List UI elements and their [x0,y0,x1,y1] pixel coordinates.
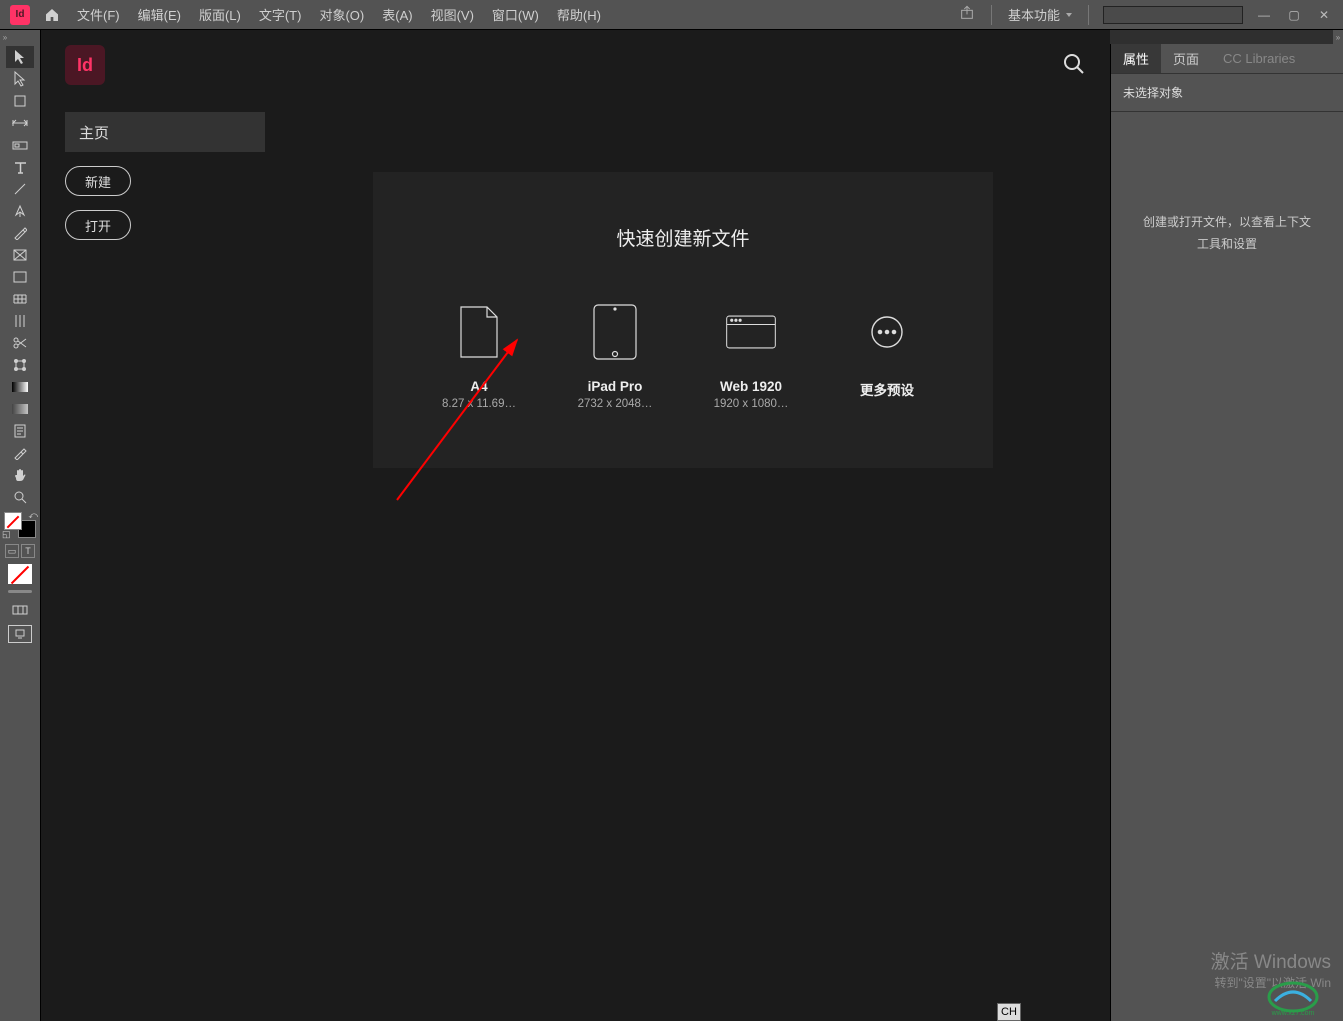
gap-tool[interactable] [6,112,34,134]
window-minimize-button[interactable]: — [1249,4,1279,26]
zoom-tool[interactable] [6,486,34,508]
menubar-search-input[interactable] [1103,6,1243,24]
line-tool[interactable] [6,178,34,200]
scissors-tool[interactable] [6,332,34,354]
direct-selection-tool[interactable] [6,68,34,90]
preset-ipad-pro[interactable]: iPad Pro 2732 x 2048… [570,303,660,410]
grid-cell-tool[interactable] [6,288,34,310]
view-options-tool[interactable] [6,599,34,621]
menu-layout[interactable]: 版面(L) [190,5,250,24]
tab-pages[interactable]: 页面 [1161,44,1211,73]
content-collector-tool[interactable] [6,134,34,156]
home-icon[interactable] [40,3,64,27]
preset-dimensions: 8.27 x 11.69… [442,398,516,410]
apply-none-button[interactable] [8,564,32,584]
tool-separator [8,590,32,593]
divider [1088,5,1089,25]
tab-properties[interactable]: 属性 [1111,44,1161,73]
default-fill-stroke-icon[interactable]: ◱ [2,529,11,540]
watermark-title: 激活 Windows [1211,947,1331,974]
app-badge-icon: Id [10,5,30,25]
menu-window[interactable]: 窗口(W) [483,5,548,24]
tab-cc-libraries[interactable]: CC Libraries [1211,44,1307,73]
browser-icon [725,303,777,361]
menu-object[interactable]: 对象(O) [310,5,373,24]
panel-hint-line2: 工具和设置 [1197,234,1257,256]
preset-name: Web 1920 [720,379,782,394]
window-close-button[interactable]: ✕ [1309,4,1339,26]
home-tab[interactable]: 主页 [65,112,265,152]
quick-create-title: 快速创建新文件 [373,172,993,251]
right-panel-collapse-handle[interactable]: » [1333,30,1343,44]
gradient-feather-tool[interactable] [6,398,34,420]
properties-panel: 属性 页面 CC Libraries 未选择对象 创建或打开文件，以查看上下文 … [1110,44,1343,1021]
preset-name: iPad Pro [588,379,643,394]
screen-mode-button[interactable] [8,625,32,643]
window-maximize-button[interactable]: ▢ [1279,4,1309,26]
apply-to-container-button[interactable]: ▭ [5,544,19,558]
vertical-grid-tool[interactable] [6,310,34,332]
site-watermark-icon: www.xz7.com [1263,977,1323,1017]
fill-swatch[interactable] [4,512,22,530]
preset-web-1920[interactable]: Web 1920 1920 x 1080… [706,303,796,410]
preset-dimensions: 1920 x 1080… [714,398,789,410]
menu-table[interactable]: 表(A) [373,5,421,24]
fill-stroke-control[interactable]: ⤺ ◱ [2,510,38,540]
eyedropper-tool[interactable] [6,442,34,464]
page-icon [453,303,505,361]
preset-a4[interactable]: A4 8.27 x 11.69… [434,303,524,410]
toolbox-expand-handle[interactable]: » [0,30,10,44]
divider [991,5,992,25]
panel-hint-line1: 创建或打开文件，以查看上下文 [1143,212,1311,234]
quick-create-panel: 快速创建新文件 A4 8.27 x 11.69… iPad Pro 2732 x… [373,172,993,468]
rectangle-tool[interactable] [6,266,34,288]
preset-dimensions: 2732 x 2048… [578,398,653,410]
workspace-selector[interactable]: 基本功能 [1008,5,1072,24]
preset-name: A4 [470,379,487,394]
selection-tool[interactable] [6,46,34,68]
more-presets-button[interactable]: 更多预设 [842,303,932,410]
new-button[interactable]: 新建 [65,166,131,196]
ellipsis-circle-icon [861,303,913,361]
pen-tool[interactable] [6,200,34,222]
search-icon[interactable] [1062,52,1086,79]
open-button[interactable]: 打开 [65,210,131,240]
menu-file[interactable]: 文件(F) [68,5,129,24]
indesign-logo-icon: Id [65,45,105,85]
apply-to-text-button[interactable]: T [21,544,35,558]
more-presets-label: 更多预设 [860,379,914,399]
page-tool[interactable] [6,90,34,112]
hand-tool[interactable] [6,464,34,486]
share-icon[interactable] [959,5,975,24]
menu-help[interactable]: 帮助(H) [548,5,610,24]
pencil-tool[interactable] [6,222,34,244]
menu-bar: Id 文件(F) 编辑(E) 版面(L) 文字(T) 对象(O) 表(A) 视图… [0,0,1343,30]
gradient-swatch-tool[interactable] [6,376,34,398]
ime-indicator[interactable]: CH [997,1003,1021,1021]
toolbox: ⤺ ◱ ▭ T [0,44,40,643]
no-selection-label: 未选择对象 [1111,74,1343,112]
rectangle-frame-tool[interactable] [6,244,34,266]
home-screen: Id 主页 新建 打开 快速创建新文件 A4 8.27 x 11.69… [41,30,1110,1021]
svg-text:www.xz7.com: www.xz7.com [1271,1010,1315,1017]
note-tool[interactable] [6,420,34,442]
type-tool[interactable] [6,156,34,178]
menu-edit[interactable]: 编辑(E) [129,5,190,24]
free-transform-tool[interactable] [6,354,34,376]
menu-type[interactable]: 文字(T) [250,5,311,24]
menu-view[interactable]: 视图(V) [422,5,483,24]
tablet-icon [589,303,641,361]
